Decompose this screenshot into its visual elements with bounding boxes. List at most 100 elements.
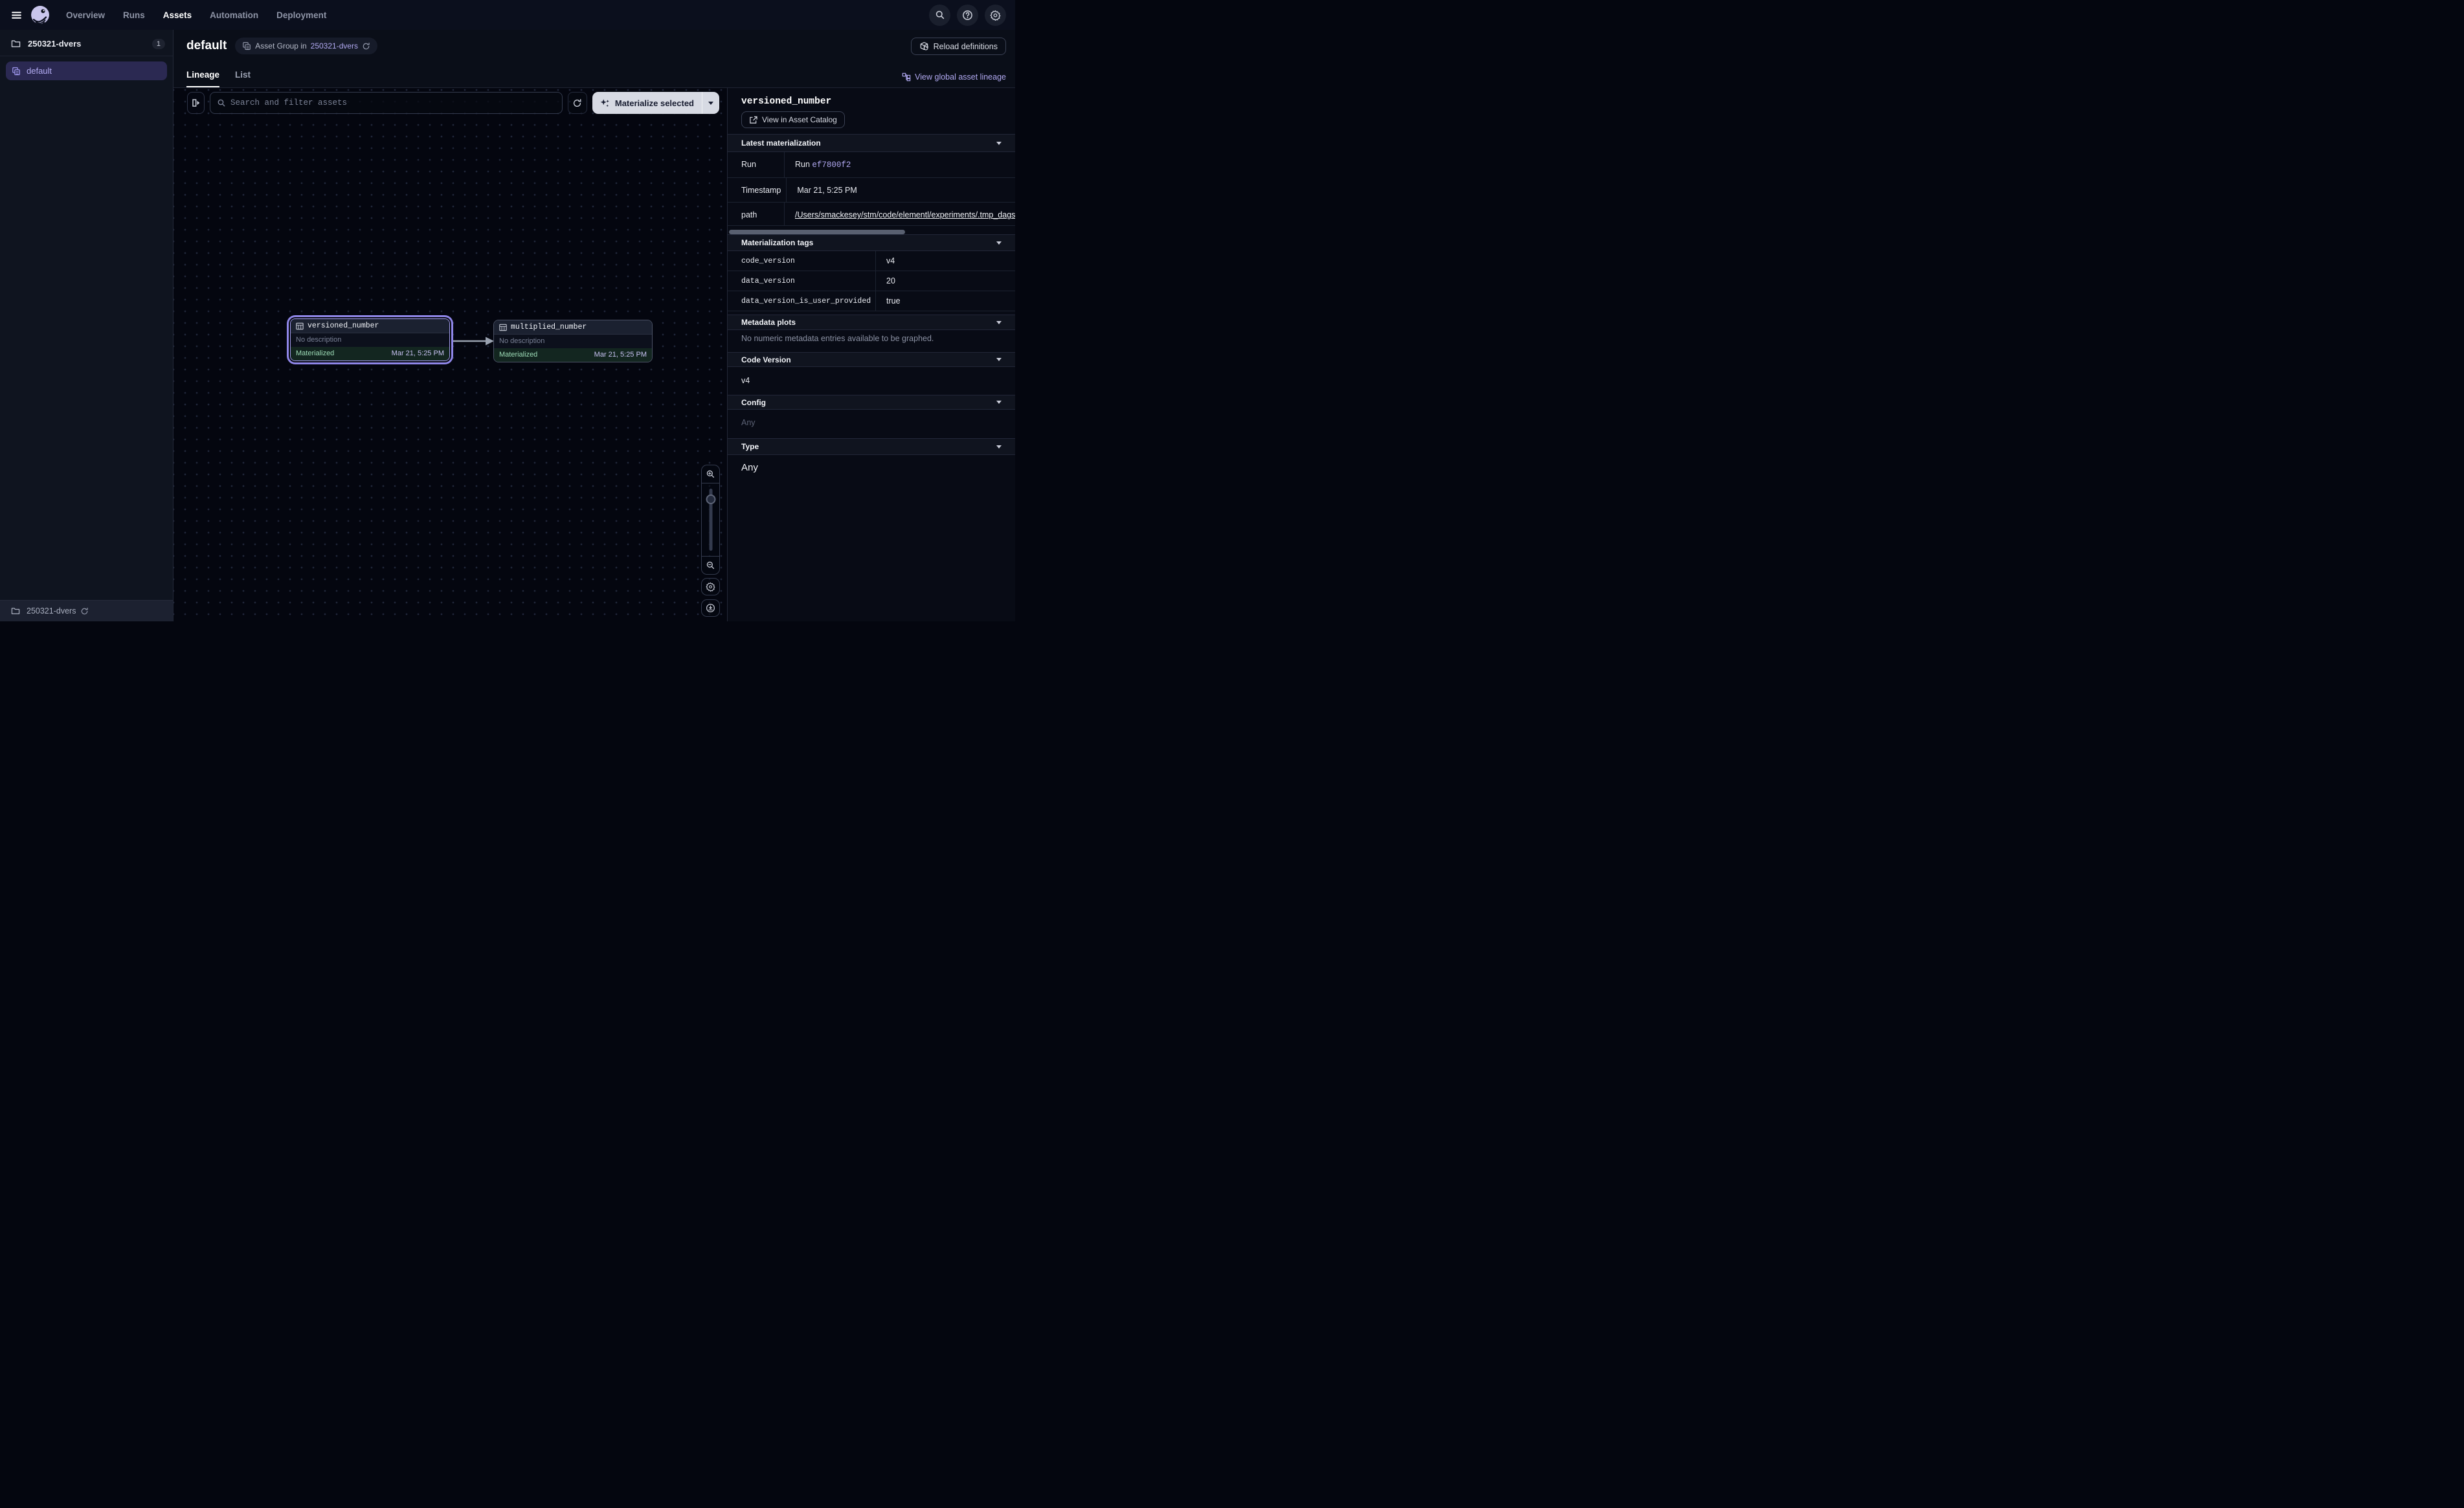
- lineage-graph-canvas[interactable]: Materialize selected versioned_number No…: [174, 88, 727, 621]
- search-icon: [217, 98, 226, 107]
- zoom-in-icon: [706, 469, 715, 479]
- settings-button[interactable]: [985, 5, 1006, 26]
- section-title: Config: [741, 398, 766, 407]
- metadata-plots-empty-text: No numeric metadata entries available to…: [741, 334, 934, 343]
- graph-settings-button[interactable]: [701, 578, 720, 595]
- section-title: Type: [741, 442, 759, 451]
- download-graph-button[interactable]: [701, 599, 720, 617]
- tab-list[interactable]: List: [235, 70, 251, 87]
- expand-sidebar-panel-button[interactable]: [187, 92, 205, 114]
- section-metadata-plots[interactable]: Metadata plots: [728, 315, 1015, 330]
- asset-node-description: No description: [494, 335, 652, 348]
- asset-node-versioned-number[interactable]: versioned_number No description Material…: [290, 318, 450, 361]
- nav-item-overview[interactable]: Overview: [66, 10, 105, 20]
- folder-icon: [11, 607, 20, 615]
- collapse-caret-icon: [996, 445, 1002, 449]
- table-row: Timestamp Mar 21, 5:25 PM: [728, 178, 1015, 203]
- asset-group-badge[interactable]: Asset Group in 250321-dvers: [235, 38, 377, 54]
- top-nav-actions: [929, 5, 1006, 26]
- zoom-in-button[interactable]: [702, 465, 719, 483]
- badge-repo-link[interactable]: 250321-dvers: [311, 41, 358, 50]
- section-title: Latest materialization: [741, 139, 821, 148]
- footer-repo-name: 250321-dvers: [27, 606, 76, 615]
- chevron-down-icon: [708, 102, 713, 105]
- sidebar: 250321-dvers 1 default 250321-dvers: [0, 30, 174, 621]
- help-button[interactable]: [957, 5, 978, 26]
- asset-node-name: multiplied_number: [511, 323, 587, 331]
- search-input[interactable]: [230, 98, 555, 107]
- nav-item-automation[interactable]: Automation: [210, 10, 258, 20]
- refresh-graph-button[interactable]: [568, 92, 587, 114]
- zoom-out-icon: [706, 560, 715, 570]
- section-materialization-tags[interactable]: Materialization tags: [728, 234, 1015, 251]
- hamburger-menu-icon[interactable]: [6, 5, 26, 25]
- materialize-label: Materialize selected: [615, 98, 694, 108]
- top-nav: Overview Runs Assets Automation Deployme…: [0, 0, 1015, 30]
- nav-item-runs[interactable]: Runs: [123, 10, 145, 20]
- section-type[interactable]: Type: [728, 438, 1015, 455]
- lineage-graph-icon: [902, 72, 911, 82]
- tag-key: data_version_is_user_provided: [728, 291, 876, 311]
- sidebar-item-default-group[interactable]: default: [6, 61, 167, 80]
- asset-node-multiplied-number[interactable]: multiplied_number No description Materia…: [493, 320, 653, 362]
- section-title: Metadata plots: [741, 318, 796, 327]
- tag-key: data_version: [728, 271, 876, 291]
- page-header: default Asset Group in 250321-dvers Relo…: [174, 30, 1015, 88]
- gear-icon: [706, 582, 715, 592]
- materialize-dropdown-button[interactable]: [702, 102, 719, 105]
- table-row: Run Run ef7800f2: [728, 152, 1015, 178]
- tag-value: v4: [876, 256, 1015, 265]
- group-label: default: [27, 66, 52, 76]
- view-global-asset-lineage-link[interactable]: View global asset lineage: [902, 72, 1006, 82]
- reload-definitions-button[interactable]: Reload definitions: [911, 38, 1006, 55]
- sidebar-footer-repo[interactable]: 250321-dvers: [0, 600, 173, 621]
- row-key: path: [728, 203, 785, 225]
- view-in-asset-catalog-button[interactable]: View in Asset Catalog: [741, 111, 845, 128]
- path-link[interactable]: /Users/smackesey/stm/code/elementl/exper…: [795, 210, 1015, 219]
- materialization-timestamp[interactable]: Mar 21, 5:25 PM: [392, 349, 444, 357]
- row-key: Run: [728, 152, 785, 177]
- zoom-slider[interactable]: [702, 483, 719, 556]
- section-code-version[interactable]: Code Version: [728, 352, 1015, 367]
- asset-group-icon: [12, 67, 21, 76]
- dagster-logo[interactable]: [28, 3, 52, 27]
- collapse-caret-icon: [996, 142, 1002, 145]
- search-icon: [935, 10, 945, 20]
- nav-item-deployment[interactable]: Deployment: [276, 10, 326, 20]
- zoom-out-button[interactable]: [702, 556, 719, 574]
- sidebar-repo-row[interactable]: 250321-dvers 1: [0, 32, 173, 56]
- materialization-timestamp[interactable]: Mar 21, 5:25 PM: [594, 351, 647, 359]
- row-value: /Users/smackesey/stm/code/elementl/exper…: [785, 203, 1015, 225]
- asset-node-description: No description: [291, 333, 449, 347]
- global-lineage-label: View global asset lineage: [915, 72, 1006, 82]
- latest-materialization-table: Run Run ef7800f2 Timestamp Mar 21, 5:25 …: [728, 152, 1015, 226]
- run-id-link[interactable]: ef7800f2: [812, 161, 851, 170]
- row-value: Mar 21, 5:25 PM: [787, 178, 1015, 202]
- section-title: Materialization tags: [741, 238, 813, 247]
- materialize-selected-button[interactable]: Materialize selected: [592, 92, 719, 114]
- collapse-caret-icon: [996, 401, 1002, 404]
- zoom-slider-knob[interactable]: [706, 494, 715, 504]
- sync-icon[interactable]: [80, 607, 89, 615]
- section-config[interactable]: Config: [728, 395, 1015, 410]
- asset-table-icon: [499, 324, 507, 331]
- external-link-icon: [749, 116, 757, 124]
- search-button[interactable]: [929, 5, 950, 26]
- page-title: default: [186, 39, 227, 53]
- horizontal-scrollbar[interactable]: [729, 230, 905, 234]
- asset-node-name: versioned_number: [308, 322, 379, 330]
- section-latest-materialization[interactable]: Latest materialization: [728, 134, 1015, 152]
- materialization-tags-table: code_version v4 data_version 20 data_ver…: [728, 251, 1015, 311]
- asset-table-icon: [296, 322, 304, 330]
- reload-cube-icon: [919, 41, 929, 51]
- asset-group-icon: [242, 41, 251, 50]
- sync-icon[interactable]: [362, 42, 370, 50]
- gear-icon: [990, 10, 1001, 21]
- table-row: data_version 20: [728, 271, 1015, 291]
- section-title: Code Version: [741, 355, 791, 364]
- download-icon: [706, 603, 715, 613]
- tab-lineage[interactable]: Lineage: [186, 70, 219, 87]
- zoom-controls: [701, 465, 720, 575]
- config-value: Any: [741, 418, 756, 427]
- nav-item-assets[interactable]: Assets: [163, 10, 192, 20]
